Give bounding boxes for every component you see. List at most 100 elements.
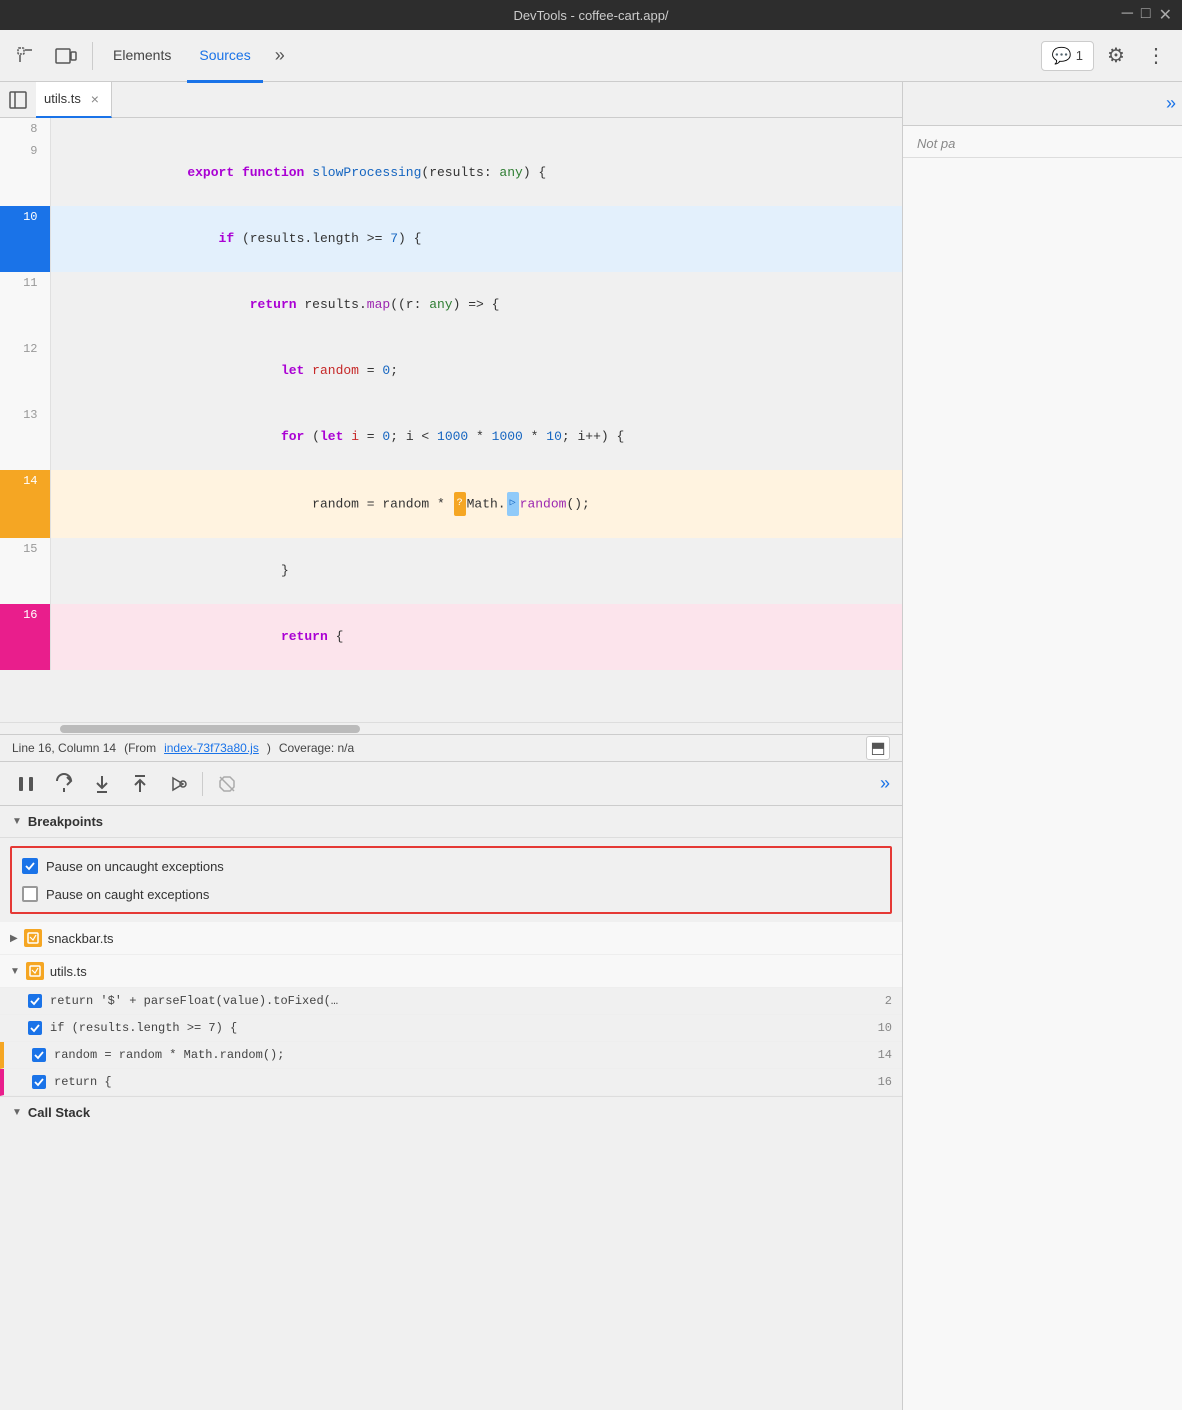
line-code: for (let i = 0; i < 1000 * 1000 * 10; i+… [50, 404, 902, 470]
nav-more-tabs[interactable]: » [267, 41, 293, 70]
snackbar-filename: snackbar.ts [48, 931, 114, 946]
bp-checkbox-line2[interactable] [28, 994, 42, 1008]
more-options-button[interactable]: ⋮ [1138, 38, 1174, 74]
title-bar: DevTools - coffee-cart.app/ ─ □ ✕ [0, 0, 1182, 30]
deactivate-breakpoints-button[interactable] [209, 766, 245, 802]
bp-file-utils[interactable]: ▼ utils.ts [0, 955, 902, 988]
inspect-element-icon[interactable] [8, 38, 44, 74]
line-code: return results.map((r: any) => { [50, 272, 902, 338]
console-badge-button[interactable]: 💬 1 [1041, 41, 1094, 71]
status-close-paren: ) [267, 741, 271, 755]
scrollbar-thumb [60, 725, 360, 733]
devtools-nav: Elements Sources » 💬 1 ⚙ ⋮ [0, 30, 1182, 82]
continue-to-here-button[interactable] [160, 766, 196, 802]
file-tab-name: utils.ts [44, 91, 81, 106]
tab-elements[interactable]: Elements [101, 31, 183, 83]
minimize-button[interactable]: ─ [1122, 5, 1133, 25]
source-file-link[interactable]: index-73f73a80.js [164, 741, 259, 755]
step-into-button[interactable] [84, 766, 120, 802]
breakpoints-panel: Breakpoints Pause on uncaught exceptions [0, 806, 902, 1410]
code-editor[interactable]: 8 9 export function slowProcessing(resul… [0, 118, 902, 722]
settings-button[interactable]: ⚙ [1098, 38, 1134, 74]
debug-divider [202, 772, 203, 796]
line-number-breakpoint-pink: 16 [0, 604, 50, 670]
close-button[interactable]: ✕ [1159, 5, 1172, 25]
pause-uncaught-checkbox[interactable] [22, 858, 38, 874]
line-code: export function slowProcessing(results: … [50, 140, 902, 206]
bp-checkbox-line14[interactable] [32, 1048, 46, 1062]
bp-line-num-10: 10 [868, 1021, 892, 1035]
callstack-arrow-icon [12, 1107, 22, 1118]
restore-button[interactable]: □ [1141, 5, 1151, 25]
table-row: 15 } [0, 538, 902, 604]
line-code: } [50, 538, 902, 604]
window-controls: ─ □ ✕ [1122, 5, 1172, 25]
step-over-button[interactable] [46, 766, 82, 802]
bp-checkbox-line16[interactable] [32, 1075, 46, 1089]
content-area: utils.ts × 8 9 [0, 82, 1182, 1410]
callstack-title: Call Stack [28, 1105, 90, 1120]
line-number: 9 [0, 140, 50, 206]
file-tabs-bar: utils.ts × [0, 82, 902, 118]
bp-code-line2: return '$' + parseFloat(value).toFixed(… [50, 994, 860, 1008]
line-code: random = random * ?Math.▷random(); [50, 470, 902, 538]
pause-caught-label: Pause on caught exceptions [46, 887, 209, 902]
bp-code-line14: random = random * Math.random(); [54, 1048, 860, 1062]
breakpoints-section-header[interactable]: Breakpoints [0, 806, 902, 838]
status-bar: Line 16, Column 14 (From index-73f73a80.… [0, 734, 902, 762]
nav-divider [92, 42, 93, 70]
pause-resume-button[interactable] [8, 766, 44, 802]
window-title: DevTools - coffee-cart.app/ [513, 8, 668, 23]
bp-line-num-2: 2 [868, 994, 892, 1008]
debugger-toolbar: » [0, 762, 902, 806]
breakpoints-arrow-icon [12, 816, 22, 827]
right-panel-more[interactable]: » [1166, 93, 1176, 114]
sidebar-toggle[interactable] [4, 86, 32, 114]
code-horizontal-scrollbar[interactable] [0, 722, 902, 734]
table-row: 14 random = random * ?Math.▷random(); [0, 470, 902, 538]
table-row: 10 if (results.length >= 7) { [0, 206, 902, 272]
callstack-section-header[interactable]: Call Stack [0, 1096, 902, 1128]
status-icon-button[interactable]: ⬒ [866, 736, 890, 760]
table-row: 8 [0, 118, 902, 140]
file-tab-utils[interactable]: utils.ts × [36, 82, 112, 118]
bp-file-icon [24, 929, 42, 947]
line-number: 12 [0, 338, 50, 404]
status-from: (From [124, 741, 156, 755]
console-icon: 💬 [1052, 46, 1072, 66]
bp-item-line16: return { 16 [0, 1069, 902, 1096]
bp-line-num-16: 16 [868, 1075, 892, 1089]
table-row: 9 export function slowProcessing(results… [0, 140, 902, 206]
line-number: 11 [0, 272, 50, 338]
bp-file-utils-arrow-icon: ▼ [10, 966, 20, 977]
tab-sources[interactable]: Sources [187, 31, 262, 83]
table-row: 13 for (let i = 0; i < 1000 * 1000 * 10;… [0, 404, 902, 470]
line-number: 8 [0, 118, 50, 140]
utils-filename: utils.ts [50, 964, 87, 979]
line-number-breakpoint-orange: 14 [0, 470, 50, 538]
table-row: 16 return { [0, 604, 902, 670]
file-tab-close[interactable]: × [87, 91, 103, 107]
right-panel-not-paused: Not pa [903, 126, 1182, 158]
table-row: 11 return results.map((r: any) => { [0, 272, 902, 338]
bp-checkbox-line10[interactable] [28, 1021, 42, 1035]
device-toolbar-icon[interactable] [48, 38, 84, 74]
left-pane: utils.ts × 8 9 [0, 82, 902, 1410]
pause-caught-checkbox[interactable] [22, 886, 38, 902]
bp-item-line2: return '$' + parseFloat(value).toFixed(…… [0, 988, 902, 1015]
bp-code-line10: if (results.length >= 7) { [50, 1021, 860, 1035]
debugger-more-button[interactable]: » [876, 769, 894, 798]
step-out-button[interactable] [122, 766, 158, 802]
pause-uncaught-label: Pause on uncaught exceptions [46, 859, 224, 874]
line-number-active: 10 [0, 206, 50, 272]
bp-code-line16: return { [54, 1075, 860, 1089]
bp-item-line14: random = random * Math.random(); 14 [0, 1042, 902, 1069]
exception-uncaught-row: Pause on uncaught exceptions [12, 852, 890, 880]
right-panel: » Not pa [902, 82, 1182, 1410]
line-code [50, 118, 902, 140]
bp-file-snackbar[interactable]: ▶ snackbar.ts [0, 922, 902, 955]
cursor-position: Line 16, Column 14 [12, 741, 116, 755]
line-code: if (results.length >= 7) { [50, 206, 902, 272]
breakpoints-title: Breakpoints [28, 814, 103, 829]
line-code: return { [50, 604, 902, 670]
